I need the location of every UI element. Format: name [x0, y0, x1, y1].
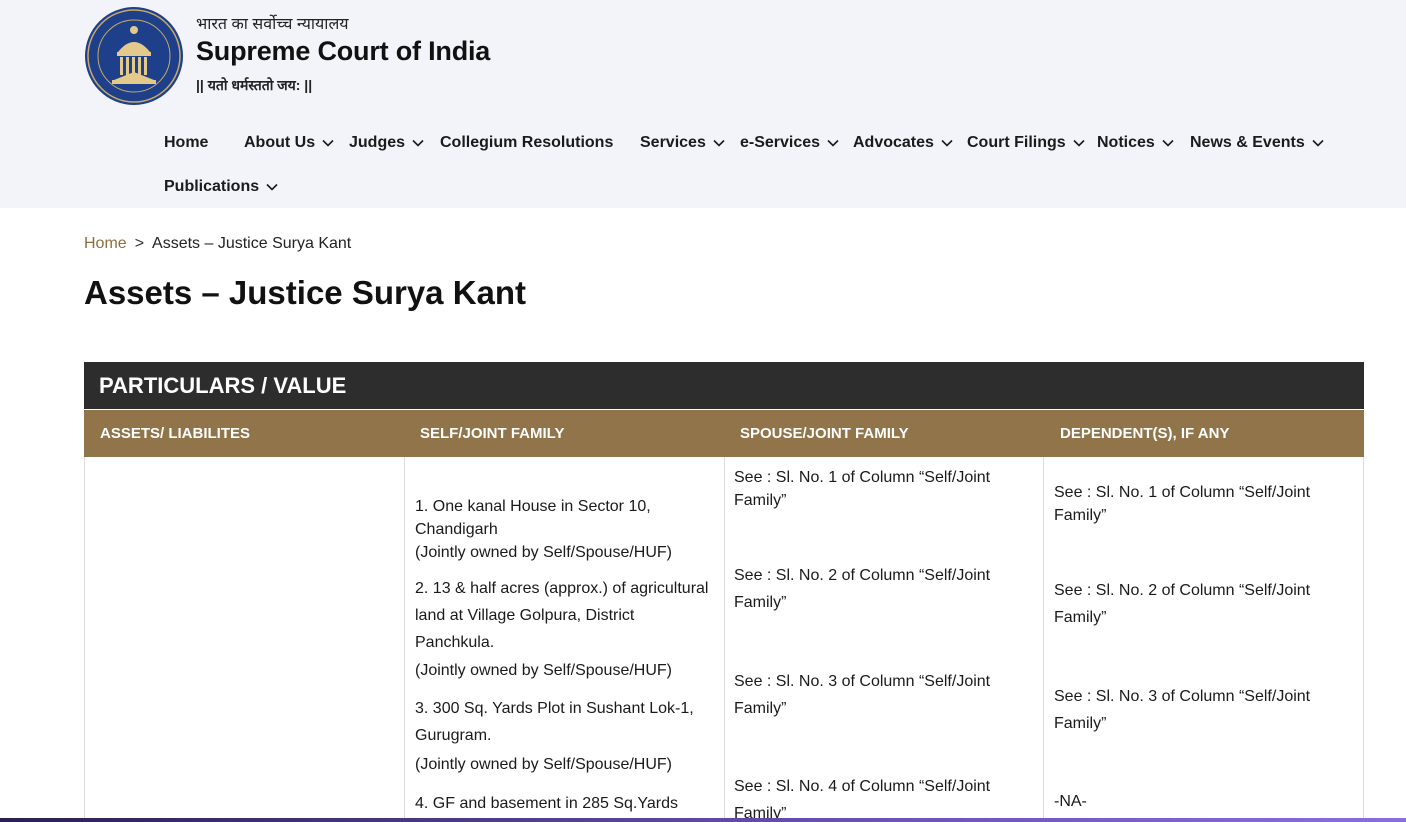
- nav-home-label: Home: [164, 134, 209, 151]
- site-header: भारत का सर्वोच्च न्यायालय Supreme Court …: [0, 0, 1406, 208]
- cell-spouse-joint: See : Sl. No. 1 of Column “Self/Joint Fa…: [724, 457, 1044, 822]
- nav-notices[interactable]: Notices: [1097, 134, 1175, 152]
- dependent-ref-1: See : Sl. No. 1 of Column “Self/Joint Fa…: [1054, 484, 1311, 524]
- column-header-self: SELF/JOINT FAMILY: [420, 425, 565, 442]
- nav-about-us[interactable]: About Us: [244, 134, 335, 152]
- self-item-1: 1. One kanal House in Sector 10, Chandig…: [415, 498, 651, 538]
- chevron-down-icon: [940, 136, 954, 150]
- spouse-ref-4: See : Sl. No. 4 of Column “Self/Joint Fa…: [734, 778, 991, 822]
- chevron-down-icon: [265, 180, 279, 194]
- breadcrumb: Home > Assets – Justice Surya Kant: [84, 235, 351, 253]
- nav-court-filings-label: Court Filings: [967, 134, 1066, 151]
- spouse-ref-2: See : Sl. No. 2 of Column “Self/Joint Fa…: [734, 567, 991, 611]
- nav-home[interactable]: Home: [164, 134, 208, 152]
- spouse-ref-3: See : Sl. No. 3 of Column “Self/Joint Fa…: [734, 673, 991, 717]
- self-item-2-ownership: (Jointly owned by Self/Spouse/HUF): [415, 662, 672, 679]
- chevron-down-icon: [321, 136, 335, 150]
- table-title: PARTICULARS / VALUE: [84, 362, 1364, 409]
- nav-publications-label: Publications: [164, 178, 260, 195]
- nav-services[interactable]: Services: [640, 134, 726, 152]
- nav-notices-label: Notices: [1097, 134, 1155, 151]
- self-item-1-ownership: (Jointly owned by Self/Spouse/HUF): [415, 544, 672, 561]
- nav-advocates[interactable]: Advocates: [853, 134, 954, 152]
- nav-news-events-label: News & Events: [1190, 134, 1305, 151]
- nav-news-events[interactable]: News & Events: [1190, 134, 1325, 152]
- site-title[interactable]: Supreme Court of India: [196, 36, 490, 67]
- chevron-down-icon: [1311, 136, 1325, 150]
- dependent-ref-2: See : Sl. No. 2 of Column “Self/Joint Fa…: [1054, 582, 1311, 626]
- self-item-2: 2. 13 & half acres (approx.) of agricult…: [415, 580, 709, 651]
- nav-e-services[interactable]: e-Services: [740, 134, 840, 152]
- column-header-spouse: SPOUSE/JOINT FAMILY: [740, 425, 909, 442]
- nav-collegium-resolutions[interactable]: Collegium Resolutions: [440, 134, 613, 152]
- dependent-ref-4: -NA-: [1054, 793, 1087, 810]
- nav-e-services-label: e-Services: [740, 134, 821, 151]
- nav-about-us-label: About Us: [244, 134, 316, 151]
- nav-judges[interactable]: Judges: [349, 134, 425, 152]
- spouse-ref-1: See : Sl. No. 1 of Column “Self/Joint Fa…: [734, 469, 991, 509]
- table-row: 1. One kanal House in Sector 10, Chandig…: [84, 457, 1364, 822]
- supreme-court-emblem-icon[interactable]: [84, 6, 184, 106]
- nav-court-filings[interactable]: Court Filings: [967, 134, 1086, 152]
- table-column-headers: ASSETS/ LIABILITES SELF/JOINT FAMILY SPO…: [84, 409, 1364, 457]
- assets-table: PARTICULARS / VALUE ASSETS/ LIABILITES S…: [84, 362, 1364, 822]
- cell-assets: [85, 457, 405, 822]
- nav-publications[interactable]: Publications: [164, 178, 279, 196]
- column-header-assets: ASSETS/ LIABILITES: [100, 425, 251, 442]
- nav-services-label: Services: [640, 134, 706, 151]
- chevron-down-icon: [712, 136, 726, 150]
- breadcrumb-current: Assets – Justice Surya Kant: [152, 235, 352, 252]
- chevron-down-icon: [826, 136, 840, 150]
- chevron-down-icon: [411, 136, 425, 150]
- self-item-3-ownership: (Jointly owned by Self/Spouse/HUF): [415, 756, 672, 773]
- chevron-down-icon: [1072, 136, 1086, 150]
- cell-self-joint: 1. One kanal House in Sector 10, Chandig…: [405, 457, 725, 822]
- self-item-4: 4. GF and basement in 285 Sq.Yards: [415, 795, 678, 812]
- site-motto: || यतो धर्मस्ततो जय: ||: [196, 77, 313, 93]
- chevron-down-icon: [1161, 136, 1175, 150]
- breadcrumb-home-link[interactable]: Home: [84, 235, 127, 253]
- nav-advocates-label: Advocates: [853, 134, 934, 151]
- dependent-ref-3: See : Sl. No. 3 of Column “Self/Joint Fa…: [1054, 688, 1311, 732]
- brand-hindi-name: भारत का सर्वोच्च न्यायालय: [196, 16, 349, 33]
- page-title: Assets – Justice Surya Kant: [84, 274, 527, 311]
- nav-judges-label: Judges: [349, 134, 406, 151]
- bottom-accent-bar: [0, 818, 1406, 822]
- self-item-3: 3. 300 Sq. Yards Plot in Sushant Lok-1, …: [415, 700, 694, 744]
- breadcrumb-separator: >: [134, 235, 145, 252]
- column-header-dependent: DEPENDENT(S), IF ANY: [1060, 425, 1230, 442]
- cell-dependents: See : Sl. No. 1 of Column “Self/Joint Fa…: [1044, 457, 1364, 822]
- nav-collegium-label: Collegium Resolutions: [440, 134, 614, 151]
